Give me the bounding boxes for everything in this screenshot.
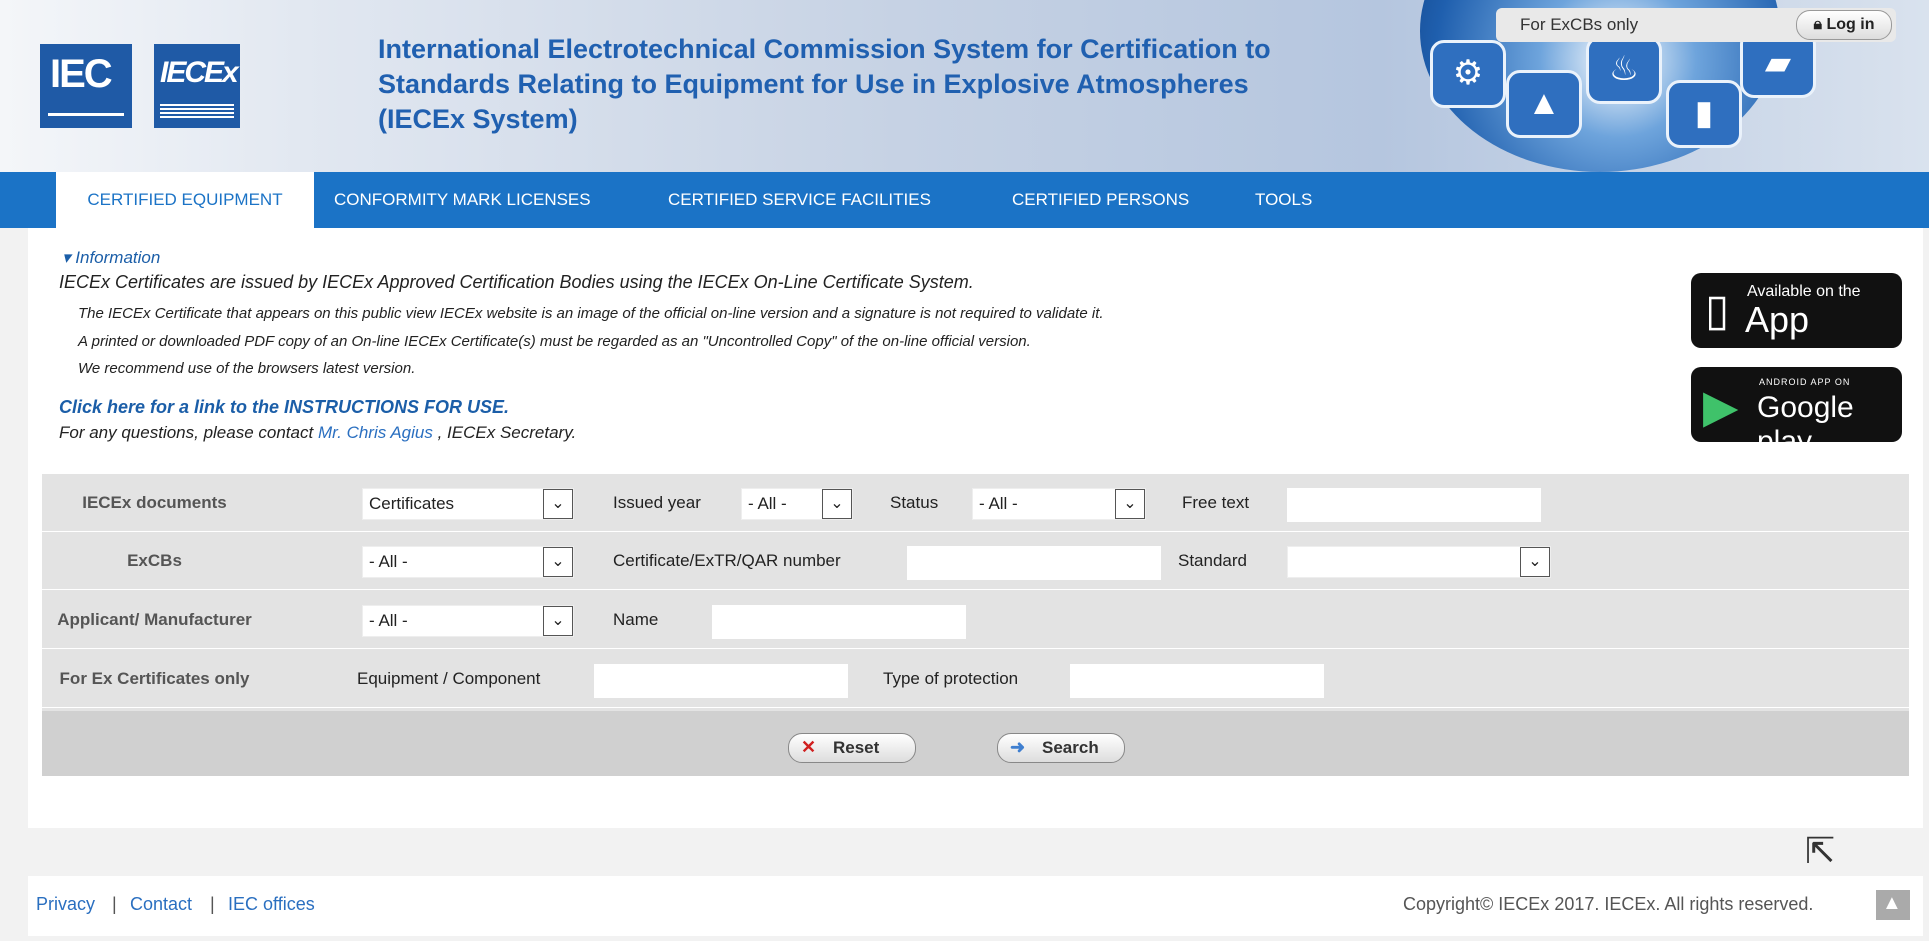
excb-only-label: For ExCBs only	[1520, 15, 1639, 34]
name-label: Name	[613, 610, 659, 629]
close-icon: ✕	[801, 737, 817, 757]
form-row-applicant: Applicant/ Manufacturer - All - ⌄ Name	[42, 591, 1909, 649]
contact-link[interactable]: Contact	[130, 894, 192, 915]
certificate-number-input[interactable]	[907, 546, 1161, 580]
excbs-select-value: - All -	[369, 552, 408, 571]
footer-separator: |	[210, 894, 215, 914]
footer-separator: |	[112, 894, 117, 914]
mouse-cursor-icon: ⇱	[1805, 830, 1836, 871]
information-toggle-label: Information	[75, 248, 161, 267]
iec-logo-text: IEC	[50, 52, 113, 96]
info-line-4: We recommend use of the browsers latest …	[78, 360, 416, 377]
iec-offices-link[interactable]: IEC offices	[228, 894, 315, 915]
search-form: IECEx documents Certificates ⌄ Issued ye…	[42, 474, 1909, 776]
tab-conformity-mark-licenses[interactable]: CONFORMITY MARK LICENSES	[334, 172, 591, 228]
google-play-big-text: Google play	[1757, 391, 1854, 458]
main-nav: CERTIFIED EQUIPMENT CONFORMITY MARK LICE…	[0, 172, 1929, 228]
privacy-link[interactable]: Privacy	[36, 894, 95, 915]
applicant-select[interactable]: - All - ⌄	[362, 605, 574, 637]
documents-select[interactable]: Certificates ⌄	[362, 488, 574, 520]
free-text-input[interactable]	[1287, 488, 1541, 522]
chevron-down-icon: ⌄	[543, 489, 573, 519]
status-select-value: - All -	[979, 494, 1018, 513]
search-button-label: Search	[1042, 738, 1099, 757]
contact-line: For any questions, please contact Mr. Ch…	[59, 423, 576, 443]
documents-select-value: Certificates	[369, 494, 455, 513]
chevron-down-icon: ⌄	[543, 547, 573, 577]
excbs-select[interactable]: - All - ⌄	[362, 546, 574, 578]
type-of-protection-input[interactable]	[1070, 664, 1324, 698]
oil-rig-icon: ▲	[1506, 70, 1582, 138]
chevron-down-icon: ⌄	[543, 606, 573, 636]
form-row-ex-certificates: For Ex Certificates only Equipment / Com…	[42, 650, 1909, 708]
type-of-protection-label: Type of protection	[883, 669, 1019, 688]
info-line-2: The IECEx Certificate that appears on th…	[78, 305, 1104, 322]
tab-certified-equipment[interactable]: CERTIFIED EQUIPMENT	[56, 172, 314, 228]
google-play-small-text: ANDROID APP ON	[1759, 377, 1851, 387]
app-store-badge[interactable]: ▯ Available on the App Store	[1691, 273, 1902, 382]
contact-name-link[interactable]: Mr. Chris Agius	[318, 423, 433, 442]
issued-year-label: Issued year	[613, 493, 701, 512]
back-to-top-button[interactable]: ▲	[1876, 890, 1910, 920]
standard-select[interactable]: ⌄	[1287, 546, 1551, 578]
iecex-documents-label: IECEx documents	[82, 493, 227, 512]
reset-button[interactable]: ✕ Reset	[788, 733, 916, 763]
login-button[interactable]: 🔒︎ Log in	[1796, 10, 1892, 40]
iec-logo[interactable]: IEC	[40, 44, 132, 128]
play-icon: ▶	[1703, 380, 1739, 432]
page-footer: Privacy | Contact | IEC offices Copyrigh…	[28, 876, 1923, 936]
site-header: IEC IECEx International Electrotechnical…	[0, 0, 1929, 172]
contact-prefix: For any questions, please contact	[59, 423, 314, 442]
issued-year-select-value: - All -	[748, 494, 787, 513]
standard-label: Standard	[1178, 551, 1247, 570]
applicant-manufacturer-label: Applicant/ Manufacturer	[57, 610, 252, 629]
flame-icon: ♨	[1586, 36, 1662, 104]
status-select[interactable]: - All - ⌄	[972, 488, 1146, 520]
google-play-badge[interactable]: ▶ ANDROID APP ON Google play	[1691, 367, 1902, 458]
instructions-link[interactable]: Click here for a link to the INSTRUCTION…	[59, 397, 509, 418]
tab-tools[interactable]: TOOLS	[1255, 172, 1312, 228]
information-toggle[interactable]: ▾ Information	[62, 248, 160, 268]
lock-icon: 🔒︎	[1813, 16, 1823, 33]
equipment-component-input[interactable]	[594, 664, 848, 698]
chevron-down-icon: ⌄	[1520, 547, 1550, 577]
tab-certified-service-facilities[interactable]: CERTIFIED SERVICE FACILITIES	[668, 172, 931, 228]
info-line-1: IECEx Certificates are issued by IECEx A…	[59, 272, 974, 292]
site-title-line-1: International Electrotechnical Commissio…	[378, 34, 1271, 64]
arrow-up-icon: ▲	[1882, 892, 1902, 914]
iecex-logo-text: IECEx	[160, 56, 239, 89]
excbs-label: ExCBs	[127, 551, 182, 570]
iecex-logo[interactable]: IECEx	[154, 44, 240, 128]
site-title-line-3: (IECEx System)	[378, 104, 578, 134]
applicant-select-value: - All -	[369, 611, 408, 630]
reset-button-label: Reset	[833, 738, 880, 757]
login-button-label: Log in	[1826, 16, 1875, 33]
info-line-3: A printed or downloaded PDF copy of an O…	[78, 333, 1031, 350]
certificate-number-label: Certificate/ExTR/QAR number	[613, 551, 841, 570]
equipment-component-label: Equipment / Component	[357, 669, 541, 688]
free-text-label: Free text	[1182, 493, 1250, 512]
triangle-down-icon: ▾	[62, 248, 71, 267]
site-title-line-2: Standards Relating to Equipment for Use …	[378, 69, 1249, 99]
search-button[interactable]: ➜ Search	[997, 733, 1125, 763]
factory-icon: ⚙	[1430, 40, 1506, 108]
chevron-down-icon: ⌄	[1115, 489, 1145, 519]
name-input[interactable]	[712, 605, 966, 639]
form-row-documents: IECEx documents Certificates ⌄ Issued ye…	[42, 474, 1909, 532]
tab-certified-persons[interactable]: CERTIFIED PERSONS	[1012, 172, 1189, 228]
ex-certificates-only-label: For Ex Certificates only	[59, 669, 250, 688]
plant-icon: ▮	[1666, 80, 1742, 148]
excb-login-bar: For ExCBs only 🔒︎ Log in	[1496, 8, 1896, 42]
form-row-excbs: ExCBs - All - ⌄ Certificate/ExTR/QAR num…	[42, 532, 1909, 590]
arrow-right-icon: ➜	[1010, 737, 1026, 757]
copyright-text: Copyright© IECEx 2017. IECEx. All rights…	[1403, 894, 1814, 914]
form-button-bar: ✕ Reset ➜ Search	[42, 711, 1909, 776]
phone-icon: ▯	[1705, 286, 1730, 335]
status-label: Status	[890, 493, 939, 512]
chevron-down-icon: ⌄	[822, 489, 852, 519]
contact-suffix: , IECEx Secretary.	[437, 423, 577, 442]
issued-year-select[interactable]: - All - ⌄	[741, 488, 853, 520]
site-title: International Electrotechnical Commissio…	[378, 32, 1378, 137]
